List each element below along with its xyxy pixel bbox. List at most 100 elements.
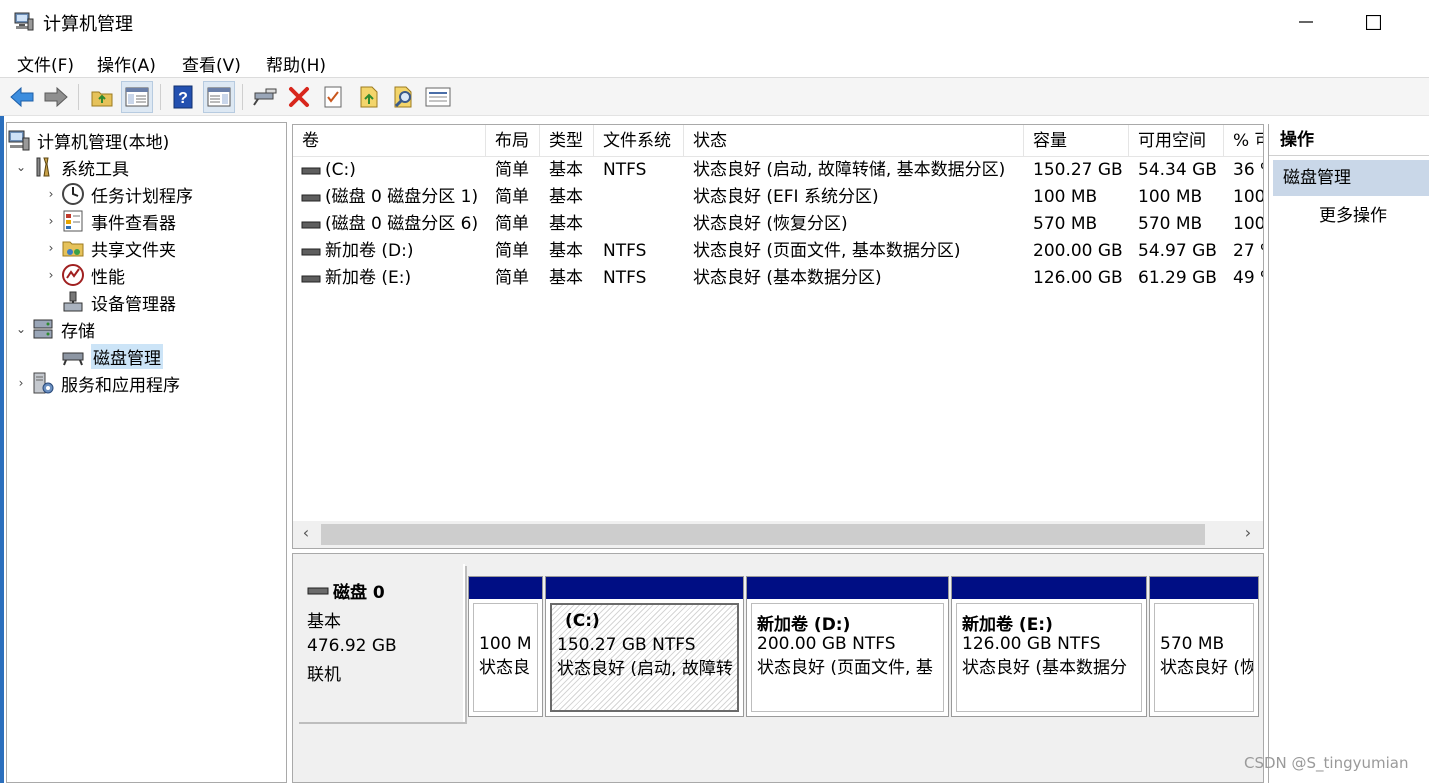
action-pane-icon <box>207 87 231 107</box>
menu-file[interactable]: 文件(F) <box>17 51 74 76</box>
chevron-down-icon[interactable]: ⌄ <box>11 322 31 336</box>
back-button[interactable] <box>6 81 38 113</box>
storage-icon <box>31 317 55 341</box>
table-cell: 150.27 GB <box>1033 160 1123 180</box>
table-cell: 36 % <box>1233 160 1263 180</box>
table-cell: 基本 <box>549 214 583 234</box>
help-button[interactable]: ? <box>167 81 199 113</box>
chevron-right-icon[interactable]: › <box>11 376 31 390</box>
delete-button[interactable] <box>283 81 315 113</box>
table-cell: (磁盘 0 磁盘分区 6) <box>325 214 479 234</box>
menu-action[interactable]: 操作(A) <box>97 51 156 76</box>
partition-recovery[interactable]: 570 MB 状态良好 (恢 <box>1149 576 1259 717</box>
scroll-thumb[interactable] <box>321 524 1205 545</box>
list-header: 卷 布局 类型 文件系统 状态 容量 可用空间 % 可 <box>293 125 1263 157</box>
column-header-volume[interactable]: 卷 <box>293 125 486 157</box>
chevron-down-icon[interactable]: ⌄ <box>11 160 31 174</box>
tree-item-device-manager[interactable]: 设备管理器 <box>61 289 176 315</box>
column-header-status[interactable]: 状态 <box>684 125 1024 157</box>
partition-efi[interactable]: 100 M 状态良 <box>468 576 543 717</box>
table-cell: 100 MB <box>1033 187 1098 207</box>
svg-text:?: ? <box>178 90 188 107</box>
chevron-right-icon[interactable]: › <box>41 187 61 201</box>
tools-icon <box>31 155 55 179</box>
clock-icon <box>61 182 85 206</box>
column-header-percent-free[interactable]: % 可 <box>1224 125 1263 157</box>
import-button[interactable] <box>353 81 385 113</box>
table-cell: 49 % <box>1233 268 1263 288</box>
forward-icon <box>44 86 68 108</box>
disk-0-label[interactable]: 磁盘 0 基本 476.92 GB 联机 <box>297 564 465 722</box>
show-hide-action-pane-button[interactable] <box>203 81 235 113</box>
forward-button[interactable] <box>40 81 72 113</box>
column-header-filesystem[interactable]: 文件系统 <box>594 125 684 157</box>
table-cell: 570 MB <box>1033 214 1098 234</box>
up-folder-icon <box>91 91 113 107</box>
menu-view[interactable]: 查看(V) <box>182 51 241 76</box>
volume-icon <box>301 221 321 229</box>
table-row[interactable]: (磁盘 0 磁盘分区 6) 简单 基本 状态良好 (恢复分区) 570 MB 570 MB… <box>293 211 1263 238</box>
partition-name: 新加卷 (E:) <box>962 615 1053 635</box>
tree-item-services-apps[interactable]: › 服务和应用程序 <box>11 370 180 396</box>
column-header-type[interactable]: 类型 <box>540 125 594 157</box>
tree-item-root[interactable]: 计算机管理(本地) <box>7 127 169 153</box>
table-cell: 状态良好 (页面文件, 基本数据分区) <box>693 241 961 261</box>
properties-button[interactable] <box>317 81 349 113</box>
shared-folder-icon <box>61 236 85 260</box>
scroll-right-icon[interactable]: › <box>1237 523 1259 542</box>
up-folder-button[interactable] <box>86 81 118 113</box>
partition-d[interactable]: 新加卷 (D:) 200.00 GB NTFS 状态良好 (页面文件, 基 <box>746 576 949 717</box>
table-cell: 200.00 GB <box>1033 241 1123 261</box>
column-header-free-space[interactable]: 可用空间 <box>1129 125 1224 157</box>
list-view-button[interactable] <box>422 81 454 113</box>
column-header-capacity[interactable]: 容量 <box>1024 125 1129 157</box>
toolbar: ? <box>0 78 1429 116</box>
partition-size: 126.00 GB NTFS <box>962 634 1101 654</box>
minimize-icon <box>1299 21 1313 23</box>
disk-drive-icon <box>61 344 85 368</box>
tree-item-performance[interactable]: › 性能 <box>41 262 125 288</box>
actions-pane: 操作 磁盘管理 更多操作 <box>1268 124 1429 783</box>
partition-c[interactable]: (C:) 150.27 GB NTFS 状态良好 (启动, 故障转 <box>545 576 744 717</box>
tree-item-disk-management[interactable]: 磁盘管理 <box>61 343 163 369</box>
back-icon <box>10 86 34 108</box>
disk-name: 磁盘 0 <box>333 583 385 603</box>
import-icon <box>360 86 378 108</box>
tree-item-event-viewer[interactable]: › 事件查看器 <box>41 208 176 234</box>
table-cell: 基本 <box>549 268 583 288</box>
table-cell: 状态良好 (基本数据分区) <box>693 268 882 288</box>
partition-name: (C:) <box>565 611 600 631</box>
tree-label-task-scheduler: 任务计划程序 <box>91 186 193 207</box>
table-cell: 570 MB <box>1138 214 1203 234</box>
tree-item-storage[interactable]: ⌄ 存储 <box>11 316 95 342</box>
maximize-button[interactable] <box>1350 6 1396 38</box>
column-header-layout[interactable]: 布局 <box>486 125 540 157</box>
search-button[interactable] <box>388 81 420 113</box>
table-row[interactable]: (磁盘 0 磁盘分区 1) 简单 基本 状态良好 (EFI 系统分区) 100 MB 10… <box>293 184 1263 211</box>
tree-label-disk-management: 磁盘管理 <box>91 343 163 369</box>
tree-item-system-tools[interactable]: ⌄ 系统工具 <box>11 154 129 180</box>
minimize-button[interactable] <box>1283 6 1329 38</box>
partition-size: 150.27 GB NTFS <box>557 635 696 655</box>
tree-item-task-scheduler[interactable]: › 任务计划程序 <box>41 181 193 207</box>
maximize-icon <box>1365 14 1381 30</box>
more-actions-link[interactable]: 更多操作 <box>1319 202 1387 230</box>
chevron-right-icon[interactable]: › <box>41 268 61 282</box>
table-row[interactable]: 新加卷 (E:) 简单 基本 NTFS 状态良好 (基本数据分区) 126.00 GB 61… <box>293 265 1263 292</box>
tree-label-system-tools: 系统工具 <box>61 159 129 180</box>
actions-section-disk-management[interactable]: 磁盘管理 <box>1273 160 1429 196</box>
horizontal-scrollbar[interactable]: ‹ › <box>293 521 1263 548</box>
show-hide-console-tree-button[interactable] <box>121 81 153 113</box>
chevron-right-icon[interactable]: › <box>41 241 61 255</box>
table-row[interactable]: 新加卷 (D:) 简单 基本 NTFS 状态良好 (页面文件, 基本数据分区) 200.0… <box>293 238 1263 265</box>
partition-e[interactable]: 新加卷 (E:) 126.00 GB NTFS 状态良好 (基本数据分 <box>951 576 1147 717</box>
title-bar: 计算机管理 <box>0 0 1429 44</box>
disk-drive-icon <box>307 587 329 594</box>
menu-help[interactable]: 帮助(H) <box>266 51 326 76</box>
scroll-left-icon[interactable]: ‹ <box>295 523 317 542</box>
chevron-right-icon[interactable]: › <box>41 214 61 228</box>
connect-button[interactable] <box>249 81 281 113</box>
tree-item-shared-folders[interactable]: › 共享文件夹 <box>41 235 176 261</box>
table-cell: 简单 <box>495 241 529 261</box>
table-row[interactable]: (C:) 简单 基本 NTFS 状态良好 (启动, 故障转储, 基本数据分区) 150.2… <box>293 157 1263 184</box>
